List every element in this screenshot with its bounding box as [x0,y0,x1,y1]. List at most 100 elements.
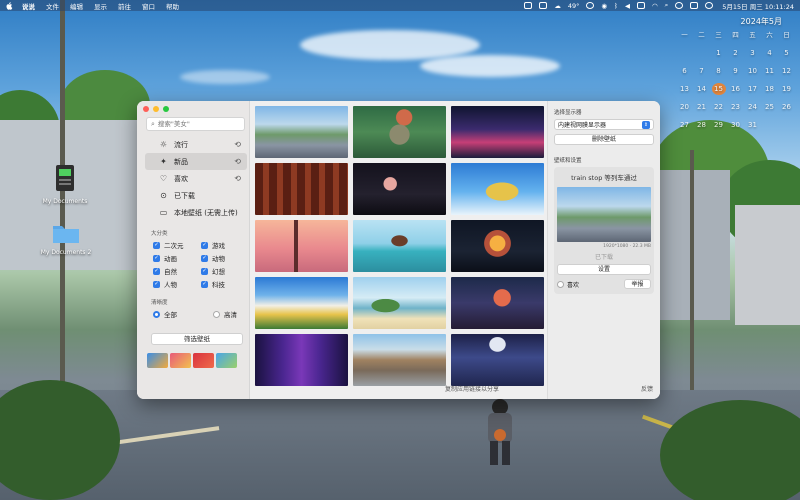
wallpaper-thumbnail[interactable] [353,163,446,215]
desktop-icon-my-documents[interactable]: My Documents [40,163,90,205]
calendar-day: 27 [680,121,689,129]
sidebar-item-downloaded[interactable]: ⊙ 已下载 [145,187,247,204]
refresh-icon[interactable]: ⟲ [234,157,241,166]
menu-clock[interactable]: 5月15日 周三 10:11:24 [722,1,794,11]
menu-edit[interactable]: 编辑 [70,1,83,11]
calendar-day: 19 [782,85,791,93]
radio-hd[interactable]: 高清 [213,309,237,319]
refresh-icon[interactable]: ⟲ [234,140,241,149]
category-checkbox[interactable]: ✓ 幻想 [201,266,249,276]
wallpaper-thumbnail[interactable] [353,220,446,272]
wallpaper-thumbnail[interactable] [255,334,348,386]
screen-mirror-icon[interactable] [524,2,533,9]
wallpaper-thumbnail[interactable] [353,106,446,158]
sidebar-item-label: 新品 [174,157,188,166]
delete-wallpaper-button[interactable]: 删除壁纸 [554,134,654,145]
wallpaper-thumbnail[interactable] [255,277,348,329]
calendar-weekday: 六 [766,31,773,39]
wallpaper-thumbnail[interactable] [353,277,446,329]
close-button[interactable] [143,106,149,112]
menu-window[interactable]: 窗口 [142,1,155,11]
preview-image [557,187,651,242]
promo-app-thumb[interactable] [170,353,191,368]
siri-icon[interactable] [705,2,714,9]
wallpaper-thumbnail[interactable] [353,334,446,386]
user-icon[interactable] [675,2,684,9]
category-label: 游戏 [212,242,225,250]
favorite-toggle[interactable]: 喜欢 [557,280,579,289]
refresh-icon[interactable]: ⟲ [234,174,241,183]
report-button[interactable]: 举报 [624,279,651,289]
category-checkbox[interactable]: ✓ 自然 [153,266,201,276]
feedback-link[interactable]: 反馈 [641,384,653,393]
category-checkbox[interactable]: ✓ 游戏 [201,240,249,250]
wallpaper-thumbnail[interactable] [255,106,348,158]
category-label: 自然 [164,268,177,276]
display-icon[interactable] [539,2,548,9]
promo-app-thumb[interactable] [216,353,237,368]
promo-app-thumb[interactable] [147,353,168,368]
checkmark-icon: ✓ [201,241,208,249]
wallpaper-thumbnail[interactable] [451,334,544,386]
checkmark-icon: ✓ [201,267,208,275]
wallpaper-thumbnail[interactable] [255,163,348,215]
menu-help[interactable]: 帮助 [166,1,179,11]
category-checkbox[interactable]: ✓ 人物 [153,279,201,289]
search-box[interactable]: ⌕ [146,117,245,131]
radio-all[interactable]: 全部 [153,309,177,319]
wallpaper-thumbnail[interactable] [451,163,544,215]
display-select-value: 内建视网膜显示器 [558,122,607,129]
category-checkbox[interactable]: ✓ 动画 [153,253,201,263]
calendar-day: 31 [748,121,757,129]
calendar-day: 21 [697,103,706,111]
category-checkbox[interactable]: ✓ 科技 [201,279,249,289]
heart-icon: ♡ [159,174,168,183]
calendar-grid: 一二三四五六日 1 2 3 4 5 6 7 8 9 10 11 12 13 14 15 16 17 18 19 20 21… [676,29,800,131]
minimize-button[interactable] [153,106,159,112]
menu-file[interactable]: 文件 [46,1,59,11]
menu-go[interactable]: 前往 [118,1,131,11]
wallpaper-thumbnail[interactable] [451,106,544,158]
calendar-today: 15 [711,83,726,95]
checkmark-icon: ✓ [153,280,160,288]
apple-menu-icon[interactable] [6,1,13,10]
calendar-day: 25 [765,103,774,111]
control-center-icon[interactable] [690,2,699,9]
category-checkbox[interactable]: ✓ 动物 [201,253,249,263]
weather-icon[interactable]: ☁ [554,2,561,10]
calendar-day: 29 [714,121,723,129]
volume-icon[interactable]: ◀ [625,2,630,10]
play-icon[interactable] [586,2,595,9]
search-input[interactable] [157,120,238,128]
category-label: 动物 [212,255,225,263]
sidebar-item-popular[interactable]: ☼ 流行 ⟲ [145,136,247,153]
search-menu-icon[interactable]: ⌕ [665,1,669,10]
calendar-day: 28 [697,121,706,129]
category-checkbox[interactable]: ✓ 二次元 [153,240,201,250]
bluetooth-icon[interactable]: ᛒ [614,2,618,10]
calendar-widget[interactable]: 2024年5月 一二三四五六日 1 2 3 4 5 6 7 8 9 10 11 12 13 14 15 16 17… [676,16,800,131]
input-method-icon[interactable] [636,2,645,9]
sidebar-item-local[interactable]: ▭ 本地壁纸 (无需上传) [145,204,247,221]
wallpaper-thumbnail[interactable] [451,277,544,329]
wifi-icon[interactable]: ◠ [652,2,658,10]
temperature-text[interactable]: 49° [568,2,580,10]
wallpaper-thumbnail[interactable] [255,220,348,272]
menu-app-name[interactable]: 说说 [22,1,35,11]
menu-view[interactable]: 显示 [94,1,107,11]
filter-button[interactable]: 筛选壁纸 [151,333,243,345]
promo-app-thumb[interactable] [193,353,214,368]
calendar-day: 14 [697,85,706,93]
wallpaper-thumbnail[interactable] [451,220,544,272]
checkmark-icon: ✓ [201,254,208,262]
wechat-icon[interactable]: ◉ [601,2,607,10]
share-link[interactable]: 复制应用链接以分享 [445,384,499,393]
zoom-button[interactable] [163,106,169,112]
category-label: 幻想 [212,268,225,276]
window-controls [143,106,169,112]
set-wallpaper-button[interactable]: 设置 [557,264,651,275]
sidebar-item-new[interactable]: ✦ 新品 ⟲ [145,153,247,170]
display-select[interactable]: 内建视网膜显示器 ⇕ [554,119,654,130]
desktop-icon-my-documents-2[interactable]: My Documents 2 [38,222,94,256]
sidebar-item-favorites[interactable]: ♡ 喜欢 ⟲ [145,170,247,187]
